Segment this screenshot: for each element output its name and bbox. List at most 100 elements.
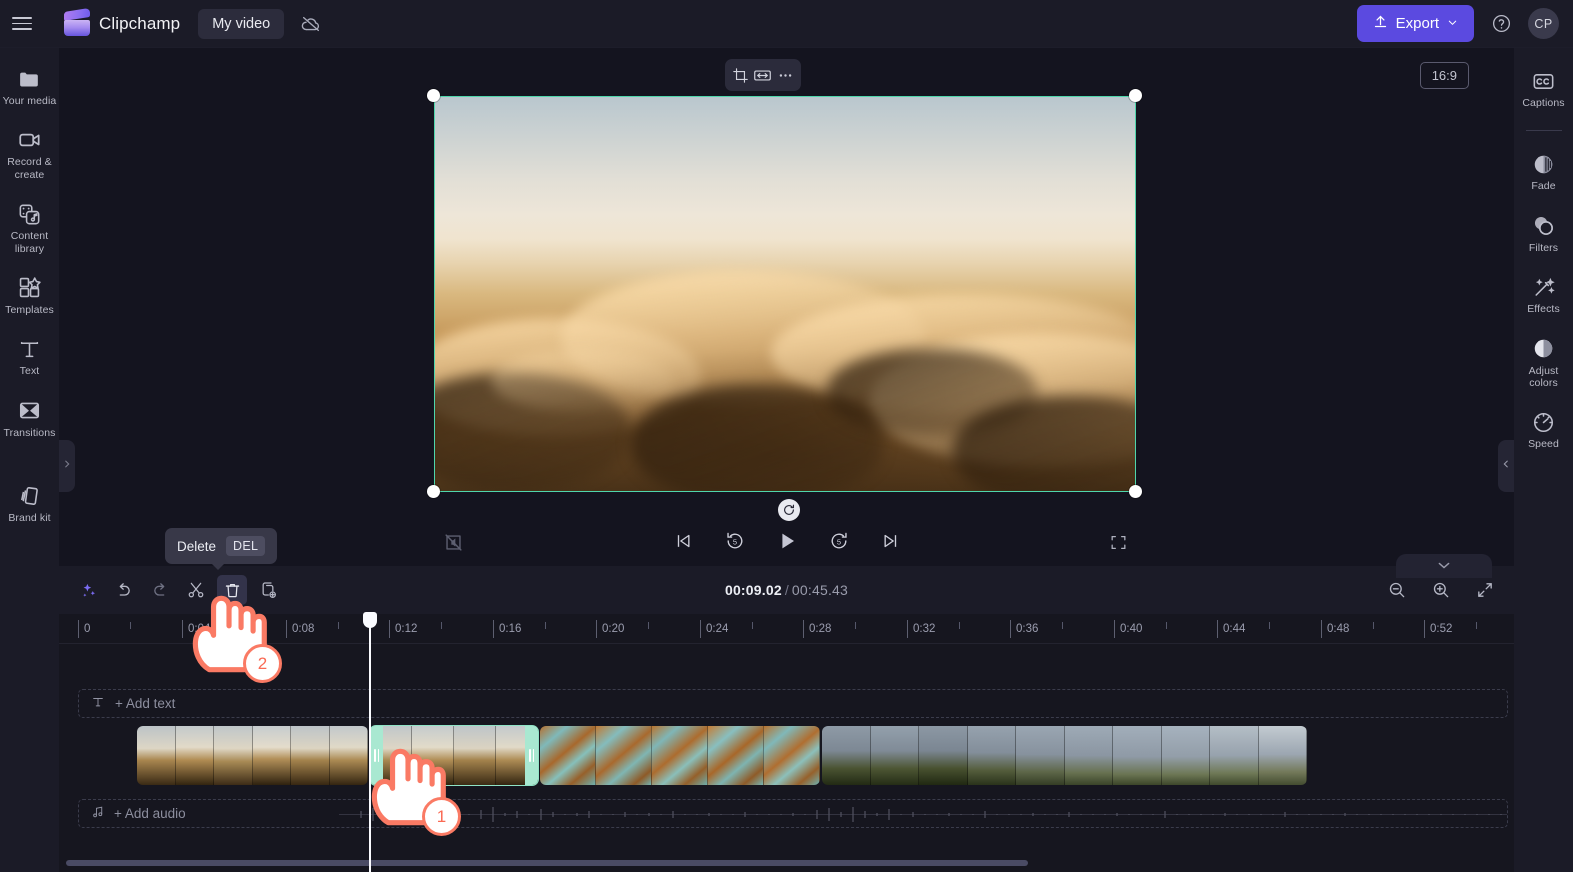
panel-item-captions[interactable]: Captions <box>1514 60 1573 115</box>
filters-overlap-icon <box>1531 214 1556 238</box>
clip-trim-handle-left[interactable] <box>370 726 383 785</box>
svg-text:5: 5 <box>836 537 840 546</box>
timeline-clip-desert-dunes-clip-a[interactable] <box>137 726 368 785</box>
sidebar-item-brand-kit[interactable]: Brand kit <box>0 475 59 530</box>
sidebar-item-your-media[interactable]: Your media <box>0 58 59 113</box>
sidebar-label: Transitions <box>3 426 56 439</box>
panel-item-filters[interactable]: Filters <box>1514 205 1573 260</box>
text-t-icon <box>17 337 42 361</box>
mute-button[interactable] <box>439 528 467 556</box>
resize-handle-bottom-left[interactable] <box>427 485 440 498</box>
transport-controls: 5 5 <box>668 526 906 556</box>
media-library-icon <box>17 202 42 226</box>
ruler-tick-label: 0:44 <box>1223 623 1246 635</box>
video-camera-icon <box>17 128 43 152</box>
sidebar-item-record-create[interactable]: Record & create <box>0 119 59 187</box>
timecode-display: 00:09.02/00:45.43 <box>725 582 848 598</box>
music-note-icon <box>91 805 105 822</box>
ai-tools-button[interactable] <box>73 575 103 605</box>
delete-button[interactable] <box>217 575 247 605</box>
sidebar-item-transitions[interactable]: Transitions <box>0 390 59 445</box>
timeline: 00:09.02/00:45.43 0 0:04 0:08 0:12 0:16 … <box>59 554 1514 872</box>
skip-to-end-icon[interactable] <box>876 526 906 556</box>
speedometer-icon <box>1531 410 1556 434</box>
zoom-in-icon[interactable] <box>1426 575 1456 605</box>
undo-button[interactable] <box>109 575 139 605</box>
sidebar-label: Your media <box>2 95 57 107</box>
chevron-down-icon <box>1447 15 1458 32</box>
video-preview-canvas[interactable] <box>434 96 1136 492</box>
clip-thumbnail-strip <box>540 726 820 785</box>
ruler-tick-label: 0:12 <box>395 623 418 635</box>
timeline-collapse-button[interactable] <box>1396 554 1492 578</box>
clip-trim-handle-right[interactable] <box>525 726 538 785</box>
project-title-field[interactable]: My video <box>198 8 285 39</box>
resize-handle-top-right[interactable] <box>1129 89 1142 102</box>
timeline-zoom-controls <box>1382 575 1500 605</box>
help-button[interactable] <box>1488 11 1514 37</box>
panel-item-speed[interactable]: Speed <box>1514 401 1573 456</box>
ruler-tick-label: 0:40 <box>1120 623 1143 635</box>
fit-to-screen-icon[interactable] <box>1470 575 1500 605</box>
add-text-track[interactable]: + Add text <box>78 689 1508 718</box>
skip-to-start-icon[interactable] <box>668 526 698 556</box>
timeline-playhead[interactable] <box>363 612 377 872</box>
audio-waveform <box>339 805 1507 824</box>
left-sidebar: Your media Record & create Content libra… <box>0 48 59 872</box>
panel-item-fade[interactable]: Fade <box>1514 143 1573 198</box>
right-sidebar-collapse-button[interactable] <box>1498 440 1514 492</box>
ruler-tick-label: 0:48 <box>1327 623 1350 635</box>
playhead-knob[interactable] <box>363 612 377 628</box>
ruler-tick-label: 0:36 <box>1016 623 1039 635</box>
resize-handle-bottom-right[interactable] <box>1129 485 1142 498</box>
ruler-tick-label: 0:24 <box>706 623 729 635</box>
panel-label: Effects <box>1527 303 1560 316</box>
folder-icon <box>17 67 42 91</box>
timeline-tracks: + Add text + Add audio <box>59 644 1514 828</box>
ruler-tick-label: 0:20 <box>602 623 625 635</box>
ruler-tick-label: 0 <box>84 623 91 635</box>
sidebar-item-content-library[interactable]: Content library <box>0 193 59 261</box>
sidebar-label: Brand kit <box>8 512 51 524</box>
aspect-ratio-badge[interactable]: 16:9 <box>1419 62 1469 89</box>
panel-item-adjust-colors[interactable]: Adjust colors <box>1514 328 1573 396</box>
ruler-tick-label: 0:52 <box>1430 623 1453 635</box>
duplicate-button[interactable] <box>253 575 283 605</box>
resize-handle-top-left[interactable] <box>427 89 440 102</box>
fade-icon <box>1531 152 1556 176</box>
timeline-scrollbar-thumb[interactable] <box>66 860 1028 866</box>
top-bar: Clipchamp My video Export CP <box>0 0 1573 48</box>
timeline-tool-group <box>59 575 283 605</box>
fullscreen-button[interactable] <box>1104 528 1132 556</box>
ruler-tick-label: 0:16 <box>499 623 522 635</box>
clip-thumbnail-strip <box>822 726 1307 785</box>
panel-item-effects[interactable]: Effects <box>1514 266 1573 321</box>
sidebar-label: Record & create <box>7 156 52 181</box>
rewind-5-icon[interactable]: 5 <box>720 526 750 556</box>
more-horizontal-icon[interactable] <box>775 64 797 86</box>
crop-icon[interactable] <box>729 64 751 86</box>
timeline-ruler[interactable]: 0 0:04 0:08 0:12 0:16 0:20 0:24 0:28 0:3… <box>59 614 1514 644</box>
sidebar-item-templates[interactable]: Templates <box>0 267 59 322</box>
tooltip-label: Delete <box>177 538 217 554</box>
rotate-icon[interactable] <box>778 499 800 521</box>
add-audio-track[interactable]: + Add audio <box>78 799 1508 828</box>
current-time: 00:09.02 <box>724 582 782 598</box>
panel-divider <box>1525 130 1562 132</box>
timeline-clip-mountain-valley-clip[interactable] <box>822 726 1307 785</box>
split-button[interactable] <box>181 575 211 605</box>
zoom-out-icon[interactable] <box>1382 575 1412 605</box>
forward-5-icon[interactable]: 5 <box>824 526 854 556</box>
left-sidebar-collapse-button[interactable] <box>59 440 75 492</box>
user-avatar[interactable]: CP <box>1528 8 1559 39</box>
hamburger-menu-button[interactable] <box>0 0 44 48</box>
panel-label: Captions <box>1522 97 1565 109</box>
timeline-clip-desert-dunes-clip-b[interactable] <box>369 725 539 786</box>
export-button[interactable]: Export <box>1356 5 1474 42</box>
redo-button[interactable] <box>145 575 175 605</box>
cloud-off-icon[interactable] <box>294 9 328 39</box>
play-button[interactable] <box>772 526 802 556</box>
timeline-clip-river-delta-clip[interactable] <box>540 726 820 785</box>
fit-width-icon[interactable] <box>752 64 774 86</box>
sidebar-item-text[interactable]: Text <box>0 328 59 383</box>
